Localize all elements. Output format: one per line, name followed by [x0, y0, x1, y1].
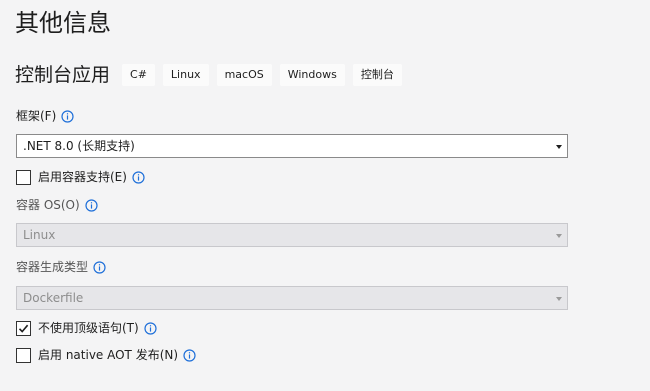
- info-icon[interactable]: [93, 260, 106, 274]
- info-icon[interactable]: [85, 198, 98, 212]
- container-os-label: 容器 OS(O): [16, 198, 80, 212]
- chevron-down-icon: [556, 145, 562, 149]
- additional-info-page: 其他信息 控制台应用 C# Linux macOS Windows 控制台 框架…: [0, 0, 650, 391]
- top-level-statements-row: 不使用顶级语句(T): [16, 320, 157, 336]
- container-build-type-select: Dockerfile: [16, 286, 568, 310]
- container-os-select: Linux: [16, 223, 568, 247]
- tag-language: C#: [122, 64, 155, 86]
- top-level-statements-checkbox[interactable]: [16, 320, 31, 336]
- tag-platform-macos: macOS: [216, 64, 272, 86]
- container-build-type-label-row: 容器生成类型: [16, 259, 106, 275]
- native-aot-row: 启用 native AOT 发布(N): [16, 347, 196, 363]
- tag-platform-linux: Linux: [162, 64, 209, 86]
- project-template-name: 控制台应用: [15, 64, 111, 86]
- container-support-row: 启用容器支持(E): [16, 169, 145, 185]
- top-level-statements-label[interactable]: 不使用顶级语句(T): [38, 320, 139, 336]
- tag-platform-windows: Windows: [279, 64, 345, 86]
- checkmark-icon: [18, 324, 29, 333]
- info-icon[interactable]: [144, 321, 157, 335]
- native-aot-label[interactable]: 启用 native AOT 发布(N): [38, 347, 178, 363]
- container-build-type-select-value: Dockerfile: [23, 291, 84, 305]
- framework-label: 框架(F): [16, 109, 57, 123]
- project-header: 控制台应用 C# Linux macOS Windows 控制台: [15, 62, 410, 88]
- framework-select[interactable]: .NET 8.0 (长期支持): [16, 134, 568, 158]
- native-aot-checkbox[interactable]: [16, 347, 31, 363]
- container-support-checkbox[interactable]: [16, 169, 31, 185]
- info-icon[interactable]: [132, 170, 145, 184]
- framework-select-value: .NET 8.0 (长期支持): [23, 139, 135, 153]
- chevron-down-icon: [556, 297, 562, 301]
- info-icon[interactable]: [183, 348, 196, 362]
- container-support-label[interactable]: 启用容器支持(E): [38, 169, 127, 185]
- chevron-down-icon: [556, 234, 562, 238]
- framework-label-row: 框架(F): [16, 108, 74, 124]
- container-os-select-value: Linux: [23, 228, 56, 242]
- tag-project-type: 控制台: [352, 64, 402, 86]
- page-title: 其他信息: [15, 9, 111, 37]
- container-os-label-row: 容器 OS(O): [16, 197, 98, 213]
- container-build-type-label: 容器生成类型: [16, 260, 89, 274]
- info-icon[interactable]: [61, 109, 74, 123]
